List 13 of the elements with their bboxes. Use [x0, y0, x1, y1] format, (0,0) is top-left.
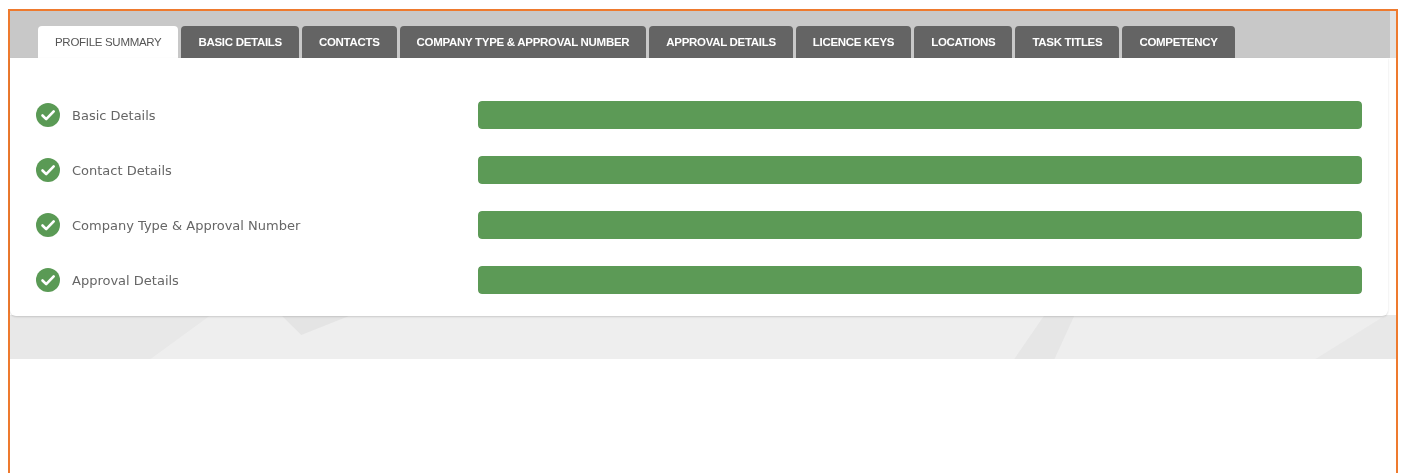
tab[interactable]: LOCATIONS: [914, 26, 1013, 58]
tab[interactable]: COMPETENCY: [1122, 26, 1235, 58]
section-label: Approval Details: [72, 272, 180, 288]
tab[interactable]: LICENCE KEYS: [795, 26, 912, 58]
section-label: Contact Details: [72, 162, 173, 178]
tab[interactable]: BASIC DETAILS: [181, 26, 299, 58]
section-label: Basic Details: [72, 107, 157, 123]
tab[interactable]: COMPANY TYPE & APPROVAL NUMBER: [399, 26, 647, 58]
section-label: Company Type & Approval Number: [72, 217, 302, 233]
tab[interactable]: APPROVAL DETAILS: [649, 26, 793, 58]
tab[interactable]: PROFILE SUMMARY: [38, 26, 179, 58]
tab[interactable]: TASK TITLES: [1015, 26, 1120, 58]
tab[interactable]: CONTACTS: [301, 26, 397, 58]
